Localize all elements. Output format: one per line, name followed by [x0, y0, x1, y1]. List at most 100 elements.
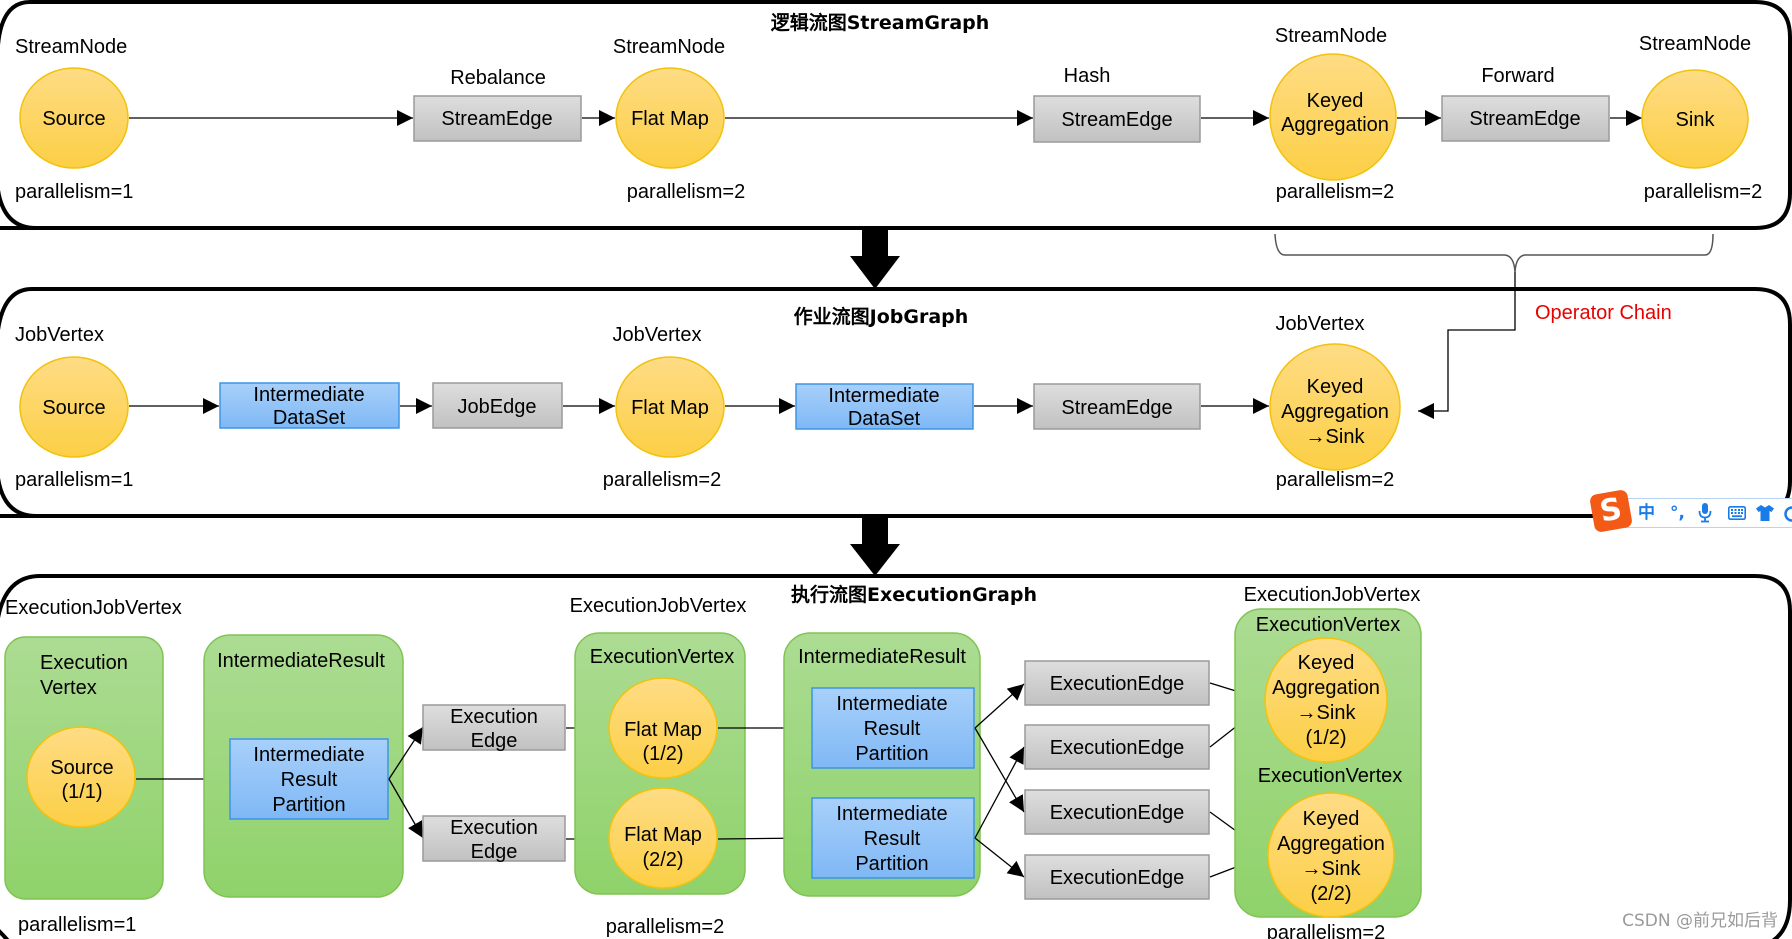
exec-arrow: [974, 746, 1025, 839]
execution-edge-label: ExecutionEdge: [1050, 867, 1185, 889]
job-vertex-source-label: Source: [42, 397, 105, 419]
stream-node-source-parallelism: parallelism=1: [15, 181, 133, 203]
partition-line3: Partition: [855, 743, 928, 765]
execution-job-vertex-label: ExecutionJobVertex: [570, 595, 747, 617]
stream-graph-title: 逻辑流图StreamGraph: [771, 11, 990, 34]
source-node-line2: (1/1): [61, 781, 102, 803]
execution-vertex-label: ExecutionVertex: [1256, 614, 1401, 636]
stream-node-sink-label: Sink: [1676, 109, 1716, 131]
source-group-parallelism: parallelism=1: [18, 914, 136, 936]
stream-edge-label: StreamEdge: [441, 108, 552, 130]
stream-edge-label: StreamEdge: [1469, 108, 1580, 130]
ime-toolbar[interactable]: S 中 °,: [1588, 488, 1792, 534]
exec-arrow: [974, 837, 1025, 878]
job-vertex-flat-map-label: Flat Map: [631, 397, 709, 419]
job-to-execution-arrow: [850, 516, 900, 576]
stream-to-job-arrow: [850, 228, 900, 289]
source-node-line1: Source: [50, 757, 113, 779]
execution-edge-label: ExecutionEdge: [1050, 802, 1185, 824]
keyboard-icon[interactable]: [1728, 498, 1746, 530]
flatmap-node-line1: Flat Map: [624, 719, 702, 741]
flatmap-node-line2: (1/2): [642, 743, 683, 765]
job-vertex-keyed-line2: Aggregation: [1281, 401, 1389, 423]
flatmap-node-line2: (2/2): [642, 849, 683, 871]
partition-line1: Intermediate: [836, 693, 947, 715]
job-vertex-keyed-line1: Keyed: [1307, 376, 1364, 398]
flatmap-group-parallelism: parallelism=2: [606, 916, 724, 938]
partitioner-label-hash: Hash: [1064, 65, 1111, 87]
dataset-label-line1: Intermediate: [828, 385, 939, 407]
intermediate-result-label: IntermediateResult: [798, 646, 966, 668]
partition-line2: Result: [864, 828, 921, 850]
stream-node-keyed-label-line1: Keyed: [1307, 90, 1364, 112]
operator-chain-label: Operator Chain: [1535, 302, 1672, 324]
job-vertex-keyed-line3: →Sink: [1306, 426, 1366, 448]
execution-edge-line1: Execution: [450, 817, 538, 839]
job-vertex-flat-map-parallelism: parallelism=2: [603, 469, 721, 491]
stream-node-keyed-label-line2: Aggregation: [1281, 114, 1389, 136]
keyed-node-line4: (2/2): [1310, 883, 1351, 905]
job-stream-edge-label: StreamEdge: [1061, 397, 1172, 419]
execution-vertex-label-line2: Vertex: [40, 677, 97, 699]
keyed-node-line1: Keyed: [1298, 652, 1355, 674]
keyed-node-line1: Keyed: [1303, 808, 1360, 830]
job-vertex-source-parallelism: parallelism=1: [15, 469, 133, 491]
stream-node-keyed-parallelism: parallelism=2: [1276, 181, 1394, 203]
job-vertex-keyed-parallelism: parallelism=2: [1276, 469, 1394, 491]
job-vertex-type-label: JobVertex: [613, 324, 702, 346]
intermediate-result-label: IntermediateResult: [217, 650, 385, 672]
punctuation-icon[interactable]: °,: [1670, 498, 1685, 528]
keyed-node-line2: Aggregation: [1272, 677, 1380, 699]
stream-node-flat-map-label: Flat Map: [631, 108, 709, 130]
stream-node-flat-map-parallelism: parallelism=2: [627, 181, 745, 203]
execution-vertex-label-line1: Execution: [40, 652, 128, 674]
partition-line1: Intermediate: [836, 803, 947, 825]
partitioner-label-rebalance: Rebalance: [450, 67, 546, 89]
stream-edge-label: StreamEdge: [1061, 109, 1172, 131]
execution-job-vertex-label: ExecutionJobVertex: [5, 597, 182, 619]
stream-node-source-label: Source: [42, 108, 105, 130]
stream-node-type-label: StreamNode: [1639, 33, 1751, 55]
partition-line2: Result: [864, 718, 921, 740]
flink-graph-diagram: 逻辑流图StreamGraph StreamNode Source parall…: [0, 0, 1792, 939]
partition-line1: Intermediate: [253, 744, 364, 766]
stream-node-type-label: StreamNode: [1275, 25, 1387, 47]
partition-line3: Partition: [272, 794, 345, 816]
stream-node-sink-parallelism: parallelism=2: [1644, 181, 1762, 203]
partition-line3: Partition: [855, 853, 928, 875]
keyed-node-line2: Aggregation: [1277, 833, 1385, 855]
more-icon[interactable]: [1784, 498, 1792, 532]
watermark: CSDN @前兄如后背: [1622, 911, 1778, 931]
keyed-node-line3: →Sink: [1297, 702, 1357, 724]
execution-graph-section: 执行流图ExecutionGraph ExecutionJobVertex Ex…: [0, 574, 1792, 939]
skin-shirt-icon[interactable]: [1756, 498, 1774, 531]
keyed-node-line3: →Sink: [1302, 858, 1362, 880]
job-graph-section: 作业流图JobGraph JobVertex Source parallelis…: [0, 287, 1792, 518]
job-vertex-type-label: JobVertex: [1276, 313, 1365, 335]
exec-arrow: [974, 683, 1025, 729]
dataset-label-line2: DataSet: [273, 407, 346, 429]
execution-vertex-label: ExecutionVertex: [590, 646, 735, 668]
sink-group-parallelism: parallelism=2: [1267, 922, 1385, 939]
job-edge-label: JobEdge: [458, 396, 537, 418]
execution-edge-line2: Edge: [471, 841, 518, 863]
execution-edge-label: ExecutionEdge: [1050, 673, 1185, 695]
flatmap-node-line1: Flat Map: [624, 824, 702, 846]
execution-edge-label: ExecutionEdge: [1050, 737, 1185, 759]
sogou-logo-icon[interactable]: S: [1588, 488, 1634, 534]
stream-graph-section: 逻辑流图StreamGraph StreamNode Source parall…: [0, 0, 1792, 230]
job-vertex-type-label: JobVertex: [15, 324, 104, 346]
partitioner-label-forward: Forward: [1481, 65, 1554, 87]
exec-arrow: [974, 727, 1025, 813]
keyed-node-line4: (1/2): [1305, 727, 1346, 749]
execution-edge-line2: Edge: [471, 730, 518, 752]
dataset-label-line2: DataSet: [848, 408, 921, 430]
chinese-mode-icon[interactable]: 中: [1638, 498, 1655, 528]
stream-node-type-label: StreamNode: [15, 36, 127, 58]
microphone-icon[interactable]: [1698, 498, 1712, 534]
stream-node-type-label: StreamNode: [613, 36, 725, 58]
execution-graph-title: 执行流图ExecutionGraph: [791, 583, 1037, 606]
partition-line2: Result: [281, 769, 338, 791]
execution-job-vertex-label: ExecutionJobVertex: [1244, 584, 1421, 606]
job-graph-title: 作业流图JobGraph: [794, 305, 969, 328]
